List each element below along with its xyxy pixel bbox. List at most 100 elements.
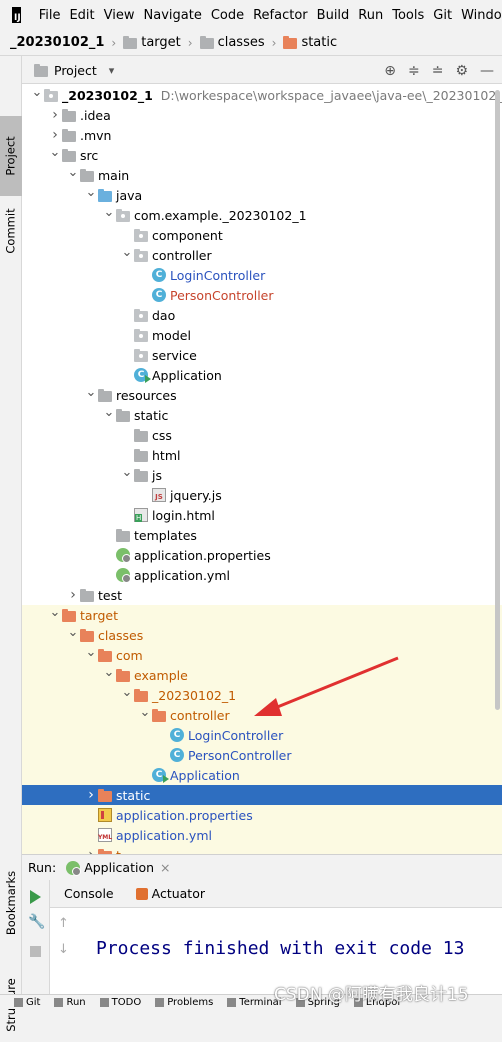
tool-tab-bookmarks[interactable]: Bookmarks — [0, 868, 22, 938]
tree-item[interactable]: application.properties — [22, 545, 502, 565]
excluded-folder-icon — [98, 788, 112, 802]
tree-item[interactable]: ›t — [22, 845, 502, 854]
tree-item[interactable]: service — [22, 345, 502, 365]
breadcrumb-item[interactable]: _20230102_1 — [10, 35, 104, 50]
gear-icon[interactable]: ⚙ — [455, 63, 468, 79]
chevron-down-icon[interactable]: ⌄ — [66, 622, 80, 642]
tree-item[interactable]: › static — [22, 785, 502, 805]
menu-windo[interactable]: Windo — [461, 8, 502, 23]
tree-item[interactable]: C LoginController — [22, 725, 502, 745]
chevron-down-icon[interactable]: ⌄ — [48, 142, 62, 162]
tree-scrollbar[interactable] — [495, 90, 500, 710]
menu-code[interactable]: Code — [211, 8, 244, 23]
bottom-tab-todo[interactable]: TODO — [99, 997, 141, 1008]
chevron-down-icon[interactable]: ⌄ — [84, 182, 98, 202]
run-tab-application[interactable]: Application — [84, 860, 154, 875]
chevron-down-icon[interactable]: ⌄ — [30, 84, 44, 102]
tree-item[interactable]: dao — [22, 305, 502, 325]
tree-item[interactable]: ⌄ js — [22, 465, 502, 485]
tree-item[interactable]: C PersonController — [22, 285, 502, 305]
chevron-down-icon[interactable]: ▾ — [109, 64, 115, 77]
tree-item[interactable]: ⌄ com.example._20230102_1 — [22, 205, 502, 225]
chevron-right-icon[interactable]: › — [84, 785, 98, 805]
menu-navigate[interactable]: Navigate — [144, 8, 202, 23]
chevron-down-icon[interactable]: ⌄ — [120, 462, 134, 482]
chevron-down-icon[interactable]: ⌄ — [138, 702, 152, 722]
breadcrumb-item[interactable]: classes — [199, 35, 265, 50]
project-view-title[interactable]: Project — [54, 63, 97, 78]
chevron-right-icon[interactable]: › — [66, 585, 80, 605]
tree-item[interactable]: ⌄ _20230102_1 D:\workespace\workspace_java… — [22, 85, 502, 105]
stop-icon[interactable] — [30, 946, 41, 957]
tree-item[interactable]: ⌄ java — [22, 185, 502, 205]
tree-item[interactable]: templates — [22, 525, 502, 545]
breadcrumb-item[interactable]: static — [283, 35, 337, 50]
project-tree[interactable]: ⌄ _20230102_1 D:\workespace\workspace_java… — [22, 84, 502, 854]
module-path: D:\workespace\workspace_javaee\java-ee\_… — [160, 87, 502, 103]
menu-view[interactable]: View — [104, 8, 135, 23]
bottom-tab-problems[interactable]: Problems — [155, 997, 213, 1008]
tree-item[interactable]: C PersonController — [22, 745, 502, 765]
menu-tools[interactable]: Tools — [392, 8, 424, 23]
tree-item[interactable]: C LoginController — [22, 265, 502, 285]
excluded-folder-icon — [98, 648, 112, 662]
tab-actuator[interactable]: Actuator — [135, 886, 205, 901]
properties-file-icon — [98, 808, 112, 822]
close-icon[interactable]: × — [160, 860, 170, 875]
tree-item[interactable]: application.yml — [22, 565, 502, 585]
minimize-icon[interactable]: — — [480, 63, 494, 79]
tree-item[interactable]: component — [22, 225, 502, 245]
tree-item[interactable]: ⌄ controller — [22, 245, 502, 265]
chevron-down-icon[interactable]: ⌄ — [66, 162, 80, 182]
tree-item[interactable]: › test — [22, 585, 502, 605]
chevron-right-icon[interactable]: › — [84, 845, 98, 854]
csdn-watermark: CSDN @阿瞒有我良计15 — [274, 985, 469, 1005]
bottom-tab-run[interactable]: Run — [54, 997, 86, 1008]
tree-item[interactable]: ⌄ src — [22, 145, 502, 165]
tree-item[interactable]: ⌄ target — [22, 605, 502, 625]
tree-item[interactable]: model — [22, 325, 502, 345]
scroll-down-icon[interactable]: ↓ — [58, 942, 69, 957]
scroll-up-icon[interactable]: ↑ — [58, 916, 69, 931]
chevron-down-icon[interactable]: ⌄ — [120, 682, 134, 702]
tree-item[interactable]: › .mvn — [22, 125, 502, 145]
menu-run[interactable]: Run — [358, 8, 383, 23]
chevron-right-icon[interactable]: › — [48, 105, 62, 125]
folder-icon — [199, 36, 214, 49]
chevron-down-icon[interactable]: ⌄ — [48, 602, 62, 622]
chevron-down-icon[interactable]: ⌄ — [102, 402, 116, 422]
tree-item[interactable]: ⌄ resources — [22, 385, 502, 405]
chevron-down-icon[interactable]: ⌄ — [102, 202, 116, 222]
tree-item[interactable]: html — [22, 445, 502, 465]
tree-item-label: PersonController — [170, 287, 274, 303]
menu-build[interactable]: Build — [317, 8, 350, 23]
tree-item[interactable]: › .idea — [22, 105, 502, 125]
rerun-icon[interactable] — [30, 890, 41, 904]
bottom-tab-git[interactable]: Git — [14, 997, 40, 1008]
expand-all-icon[interactable]: ≑ — [408, 63, 420, 79]
tree-item[interactable]: login.html — [22, 505, 502, 525]
tree-item[interactable]: css — [22, 425, 502, 445]
wrench-icon[interactable]: 🔧 — [28, 914, 45, 930]
tree-item[interactable]: C Application — [22, 765, 502, 785]
tree-item[interactable]: ⌄ static — [22, 405, 502, 425]
breadcrumb-item[interactable]: target — [123, 35, 181, 50]
chevron-down-icon[interactable]: ⌄ — [120, 242, 134, 262]
collapse-all-icon[interactable]: ≐ — [432, 63, 444, 79]
tree-item[interactable]: YML application.yml — [22, 825, 502, 845]
tree-item[interactable]: JS jquery.js — [22, 485, 502, 505]
tab-console[interactable]: Console — [64, 886, 114, 901]
tool-tab-project[interactable]: Project — [0, 116, 22, 196]
locate-icon[interactable]: ⊕ — [384, 63, 396, 79]
chevron-down-icon[interactable]: ⌄ — [102, 662, 116, 682]
chevron-down-icon[interactable]: ⌄ — [84, 382, 98, 402]
menu-refactor[interactable]: Refactor — [253, 8, 308, 23]
menu-edit[interactable]: Edit — [69, 8, 94, 23]
menu-file[interactable]: File — [39, 8, 61, 23]
chevron-down-icon[interactable]: ⌄ — [84, 642, 98, 662]
tool-tab-commit[interactable]: Commit — [0, 196, 22, 266]
menu-git[interactable]: Git — [433, 8, 452, 23]
tree-item[interactable]: application.properties — [22, 805, 502, 825]
